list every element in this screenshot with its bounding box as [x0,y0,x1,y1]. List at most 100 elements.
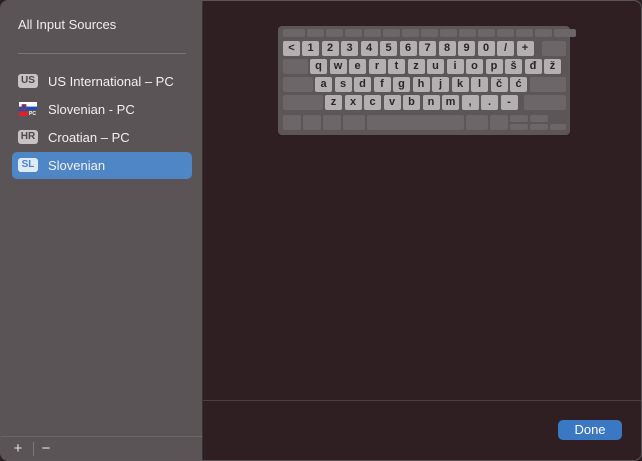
toolbar-divider [33,442,34,456]
keyboard-key: p [485,59,503,74]
source-item-slovenian-pc[interactable]: PC Slovenian - PC [12,96,192,123]
keyboard-key: 5 [380,41,397,56]
keyboard-blank-key [283,29,305,37]
keyboard-blank-key [510,115,528,122]
keyboard-blank-key [283,115,301,130]
sidebar-separator [18,53,186,54]
keyboard-key: a [315,77,332,92]
keyboard-key: l [471,77,488,92]
sidebar-title: All Input Sources [18,17,117,32]
keyboard-key: k [451,77,469,92]
keyboard-key: w [329,59,347,74]
keyboard-key: đ [524,59,542,74]
us-badge-icon: US [18,74,38,88]
keyboard-key: 1 [302,41,319,56]
input-sources-sidebar: All Input Sources US US International – … [1,1,203,460]
sidebar-toolbar: + − [1,436,202,460]
keyboard-blank-key [440,29,457,37]
keyboard-blank-key [402,29,419,37]
keyboard-blank-key [535,29,552,37]
keyboard-key: x [344,95,362,110]
keyboard-blank-key [364,29,381,37]
keyboard-key: z [325,95,342,110]
sl-badge-icon: SL [18,158,38,172]
keyboard-blank-key [307,29,324,37]
slovenian-flag-icon: PC [19,102,37,116]
keyboard-blank-key [283,77,313,92]
source-item-slovenian[interactable]: SL Slovenian [12,152,192,179]
keyboard-blank-key [466,115,488,130]
keyboard-key: ć [510,77,527,92]
remove-input-source-button[interactable]: − [35,439,57,459]
keyboard-blank-key [343,115,365,130]
keyboard-preview-pane: <1 2 3 4 5 6 7 8 9 0/+ q w e r t z u i o p š đ ž a s d f g h j k l č ć z x c… [203,1,641,460]
source-item-croatian-pc[interactable]: HR Croatian – PC [12,124,192,151]
keyboard-key: ž [544,59,561,74]
keyboard-key: i [446,59,464,74]
keyboard-blank-key [516,29,533,37]
keyboard-key: 3 [341,41,358,56]
keyboard-blank-key [550,124,566,130]
keyboard-key: + [516,41,534,56]
keyboard-key: e [349,59,366,74]
keyboard-key: 4 [360,41,378,56]
keyboard-key: 6 [399,41,417,56]
keyboard-key: f [373,77,391,92]
keyboard-key: 8 [438,41,456,56]
keyboard-blank-key [367,115,464,130]
keyboard-key: 9 [458,41,475,56]
keyboard-key: j [432,77,449,92]
source-item-label: Slovenian - PC [48,102,135,117]
keyboard-blank-key [323,115,341,130]
keyboard-key: o [466,59,483,74]
keyboard-key: v [383,95,401,110]
keyboard-key: q [310,59,327,74]
keyboard-key: . [481,95,498,110]
keyboard-key: c [364,95,381,110]
keyboard-blank-key [497,29,514,37]
keyboard-blank-key [478,29,495,37]
svg-text:PC: PC [29,111,36,116]
keyboard-key: š [505,59,522,74]
keyboard-key: b [403,95,420,110]
keyboard-layout-preview: <1 2 3 4 5 6 7 8 9 0/+ q w e r t z u i o p š đ ž a s d f g h j k l č ć z x c… [278,26,576,135]
keyboard-key: n [422,95,440,110]
source-item-label: Croatian – PC [48,130,130,145]
keyboard-key: < [283,41,300,56]
keyboard-key: u [427,59,444,74]
source-item-us-international-pc[interactable]: US US International – PC [12,68,192,95]
add-input-source-button[interactable]: + [7,439,29,459]
keyboard-key: 2 [321,41,339,56]
keyboard-key: / [497,41,514,56]
keyboard-key: s [334,77,352,92]
source-item-label: Slovenian [48,158,106,173]
keyboard-blank-key [490,115,508,130]
keyboard-blank-key [530,115,548,122]
keyboard-blank-key [530,77,566,92]
keyboard-blank-key [524,95,566,110]
source-item-label: US International – PC [48,74,174,89]
keyboard-blank-key [530,124,548,130]
keyboard-key: m [442,95,459,110]
keyboard-key: r [368,59,386,74]
keyboard-key: 7 [419,41,436,56]
keyboard-blank-key [283,95,323,110]
keyboard-blank-key [554,29,576,37]
footer-separator [203,400,641,401]
keyboard-blank-key [542,41,566,56]
input-sources-dialog: All Input Sources US US International – … [0,0,642,461]
keyboard-key: 0 [477,41,495,56]
keyboard-blank-key [383,29,400,37]
keyboard-key: z [407,59,425,74]
keyboard-key: h [412,77,430,92]
keyboard-blank-key [510,124,528,130]
keyboard-key: - [500,95,518,110]
done-button[interactable]: Done [558,420,622,440]
keyboard-blank-key [326,29,343,37]
keyboard-key: g [393,77,410,92]
keyboard-key: č [490,77,508,92]
keyboard-blank-key [345,29,362,37]
keyboard-key: d [354,77,371,92]
keyboard-blank-key [459,29,476,37]
keyboard-key: , [461,95,479,110]
